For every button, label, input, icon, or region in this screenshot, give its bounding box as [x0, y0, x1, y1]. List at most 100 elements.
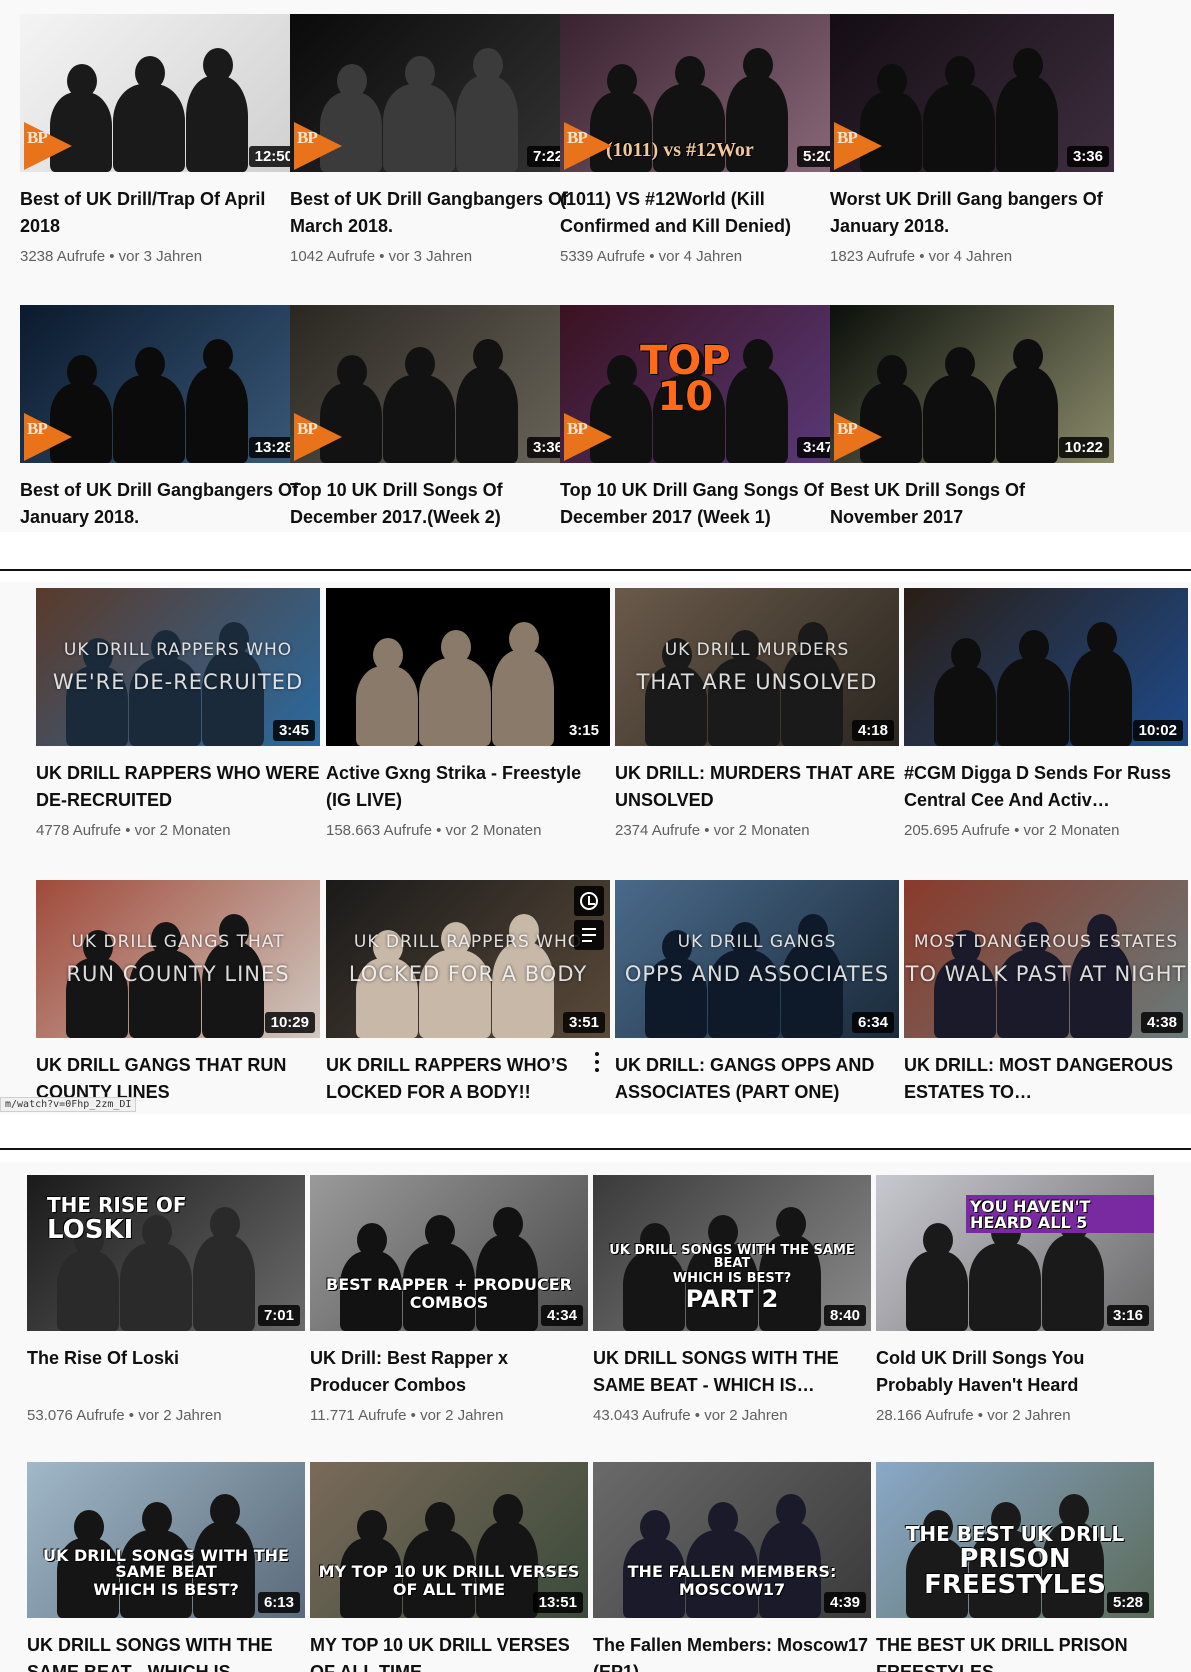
video-thumbnail[interactable]: BP 3:36: [830, 14, 1114, 172]
video-title[interactable]: (1011) VS #12World (Kill Confirmed and K…: [560, 186, 844, 240]
video-title[interactable]: Worst UK Drill Gang bangers Of January 2…: [830, 186, 1114, 240]
video-thumbnail[interactable]: UK DRILL SONGS WITH THE SAME BEAT WHICH I…: [27, 1462, 305, 1618]
thumbnail-caption-line2: LOCKED FOR A BODY: [348, 962, 588, 986]
video-title[interactable]: UK DRILL: GANGS OPPS AND ASSOCIATES (PAR…: [615, 1052, 899, 1106]
channel-logo-text: BP: [837, 128, 858, 147]
person-head: [357, 1510, 388, 1544]
person-silhouette: [186, 367, 249, 463]
video-card[interactable]: YOU HAVEN'T HEARD ALL 5 3:16 Cold UK Drill…: [876, 1175, 1154, 1424]
person-silhouette: [923, 84, 996, 172]
video-card[interactable]: UK DRILL RAPPERS WHO WE'RE DE-RECRUITED 3:…: [36, 588, 320, 839]
meta-separator: •: [700, 822, 714, 839]
video-title[interactable]: UK DRILL: MOST DANGEROUS ESTATES TO…: [904, 1052, 1188, 1106]
video-thumbnail[interactable]: (1011) vs #12Wor BP 5:20: [560, 14, 844, 172]
video-thumbnail[interactable]: UK DRILL GANGS OPPS AND ASSOCIATES 6:34: [615, 880, 899, 1038]
video-card[interactable]: BEST RAPPER + PRODUCER COMBOS 4:34 UK Drill…: [310, 1175, 588, 1424]
video-thumbnail[interactable]: TOP 10 BP 3:47: [560, 305, 844, 463]
video-card[interactable]: BP 7:22 Best of UK Drill Gangbangers Of Ma…: [290, 14, 574, 265]
video-title[interactable]: UK DRILL RAPPERS WHO WERE DE-RECRUITED: [36, 760, 320, 814]
video-title[interactable]: UK DRILL SONGS WITH THE SAME BEAT - WHIC…: [593, 1345, 871, 1399]
video-title[interactable]: Active Gxng Strika - Freestyle (IG LIVE): [326, 760, 610, 814]
video-card[interactable]: BP 10:22 Best UK Drill Songs Of November 2…: [830, 305, 1114, 531]
video-thumbnail[interactable]: BP 12:50: [20, 14, 304, 172]
video-thumbnail[interactable]: BP 7:22: [290, 14, 574, 172]
thumbnail-title-overlay: (1011) vs #12Wor: [606, 139, 754, 161]
video-title[interactable]: Best of UK Drill Gangbangers Of March 20…: [290, 186, 574, 240]
video-title[interactable]: Top 10 UK Drill Songs Of December 2017.(…: [290, 477, 574, 531]
view-count: 3238 Aufrufe: [20, 248, 106, 265]
video-thumbnail[interactable]: UK DRILL RAPPERS WHO WE'RE DE-RECRUITED 3:…: [36, 588, 320, 746]
video-thumbnail[interactable]: MY TOP 10 UK DRILL VERSES OF ALL TIME 13:5…: [310, 1462, 588, 1618]
video-card[interactable]: BP 13:28 Best of UK Drill Gangbangers Of J…: [20, 305, 304, 531]
video-thumbnail[interactable]: YOU HAVEN'T HEARD ALL 5 3:16: [876, 1175, 1154, 1331]
video-thumbnail[interactable]: UK DRILL RAPPERS WHO LOCKED FOR A BODY 3:5…: [326, 880, 610, 1038]
video-title[interactable]: UK DRILL SONGS WITH THE SAME BEAT - WHIC…: [27, 1632, 305, 1672]
video-thumbnail[interactable]: THE RISE OF LOSKI 7:01: [27, 1175, 305, 1331]
thumbnail-caption-line1: UK DRILL GANGS THAT: [71, 932, 285, 952]
video-thumbnail[interactable]: BP 3:36: [290, 305, 574, 463]
banner-text: THE RISE OF: [47, 1193, 187, 1217]
thumbnail-caption-line2: TO WALK PAST AT NIGHT: [905, 962, 1187, 986]
video-card[interactable]: (1011) vs #12Wor BP 5:20 (1011) VS #12World…: [560, 14, 844, 265]
video-thumbnail[interactable]: 3:15: [326, 588, 610, 746]
video-thumbnail[interactable]: BP 13:28: [20, 305, 304, 463]
view-count: 2374 Aufrufe: [615, 822, 701, 839]
video-title[interactable]: Top 10 UK Drill Gang Songs Of December 2…: [560, 477, 844, 531]
video-title[interactable]: UK Drill: Best Rapper x Producer Combos: [310, 1345, 588, 1399]
video-card[interactable]: 10:02 #CGM Digga D Sends For Russ Central…: [904, 588, 1188, 839]
video-thumbnail[interactable]: THE FALLEN MEMBERS: MOSCOW17 4:39: [593, 1462, 871, 1618]
video-card[interactable]: MOST DANGEROUS ESTATES TO WALK PAST AT NI…: [904, 880, 1188, 1106]
video-card[interactable]: UK DRILL GANGS THAT RUN COUNTY LINES 10:29…: [36, 880, 320, 1106]
video-title[interactable]: UK DRILL: MURDERS THAT ARE UNSOLVED: [615, 760, 899, 814]
video-card[interactable]: THE RISE OF LOSKI 7:01 The Rise Of Loski 53.…: [27, 1175, 305, 1424]
add-to-queue-icon[interactable]: [574, 920, 604, 950]
video-card[interactable]: BP 3:36 Worst UK Drill Gang bangers Of Jan…: [830, 14, 1114, 265]
video-card[interactable]: UK DRILL GANGS OPPS AND ASSOCIATES 6:34 UK …: [615, 880, 899, 1106]
person-silhouette: [193, 1235, 256, 1331]
video-title[interactable]: #CGM Digga D Sends For Russ Central Cee …: [904, 760, 1188, 814]
video-thumbnail[interactable]: UK DRILL GANGS THAT RUN COUNTY LINES 10:29: [36, 880, 320, 1038]
video-duration: 7:01: [257, 1305, 300, 1326]
person-silhouette: [996, 367, 1059, 463]
video-thumbnail[interactable]: THE BEST UK DRILL PRISON FREESTYLES 5:28: [876, 1462, 1154, 1618]
person-silhouette: [419, 658, 492, 746]
video-title[interactable]: UK DRILL RAPPERS WHO’S LOCKED FOR A BODY…: [326, 1052, 610, 1106]
person-head: [877, 64, 908, 98]
video-title[interactable]: Best UK Drill Songs Of November 2017: [830, 477, 1114, 531]
video-thumbnail[interactable]: BEST RAPPER + PRODUCER COMBOS 4:34: [310, 1175, 588, 1331]
video-title[interactable]: The Rise Of Loski: [27, 1345, 305, 1399]
video-title[interactable]: Cold UK Drill Songs You Probably Haven't…: [876, 1345, 1154, 1399]
video-card[interactable]: MY TOP 10 UK DRILL VERSES OF ALL TIME 13:5…: [310, 1462, 588, 1672]
video-grid-panel-3: THE RISE OF LOSKI 7:01 The Rise Of Loski 53.…: [0, 1162, 1191, 1672]
video-title[interactable]: The Fallen Members: Moscow17 (EP1): [593, 1632, 871, 1672]
person-head: [923, 1223, 954, 1257]
video-card[interactable]: BP 3:36 Top 10 UK Drill Songs Of December …: [290, 305, 574, 531]
video-thumbnail[interactable]: 10:02: [904, 588, 1188, 746]
video-card[interactable]: THE BEST UK DRILL PRISON FREESTYLES 5:28 TH…: [876, 1462, 1154, 1672]
video-card[interactable]: UK DRILL MURDERS THAT ARE UNSOLVED 4:18 UK …: [615, 588, 899, 839]
video-title[interactable]: Best of UK Drill Gangbangers Of January …: [20, 477, 304, 531]
video-card[interactable]: UK DRILL RAPPERS WHO LOCKED FOR A BODY 3:5…: [326, 880, 610, 1106]
watch-later-icon[interactable]: [574, 886, 604, 916]
video-thumbnail[interactable]: BP 10:22: [830, 305, 1114, 463]
banner-text: PRISON FREESTYLES: [924, 1544, 1106, 1600]
video-title[interactable]: Best of UK Drill/Trap Of April 2018: [20, 186, 304, 240]
video-card[interactable]: UK DRILL SONGS WITH THE SAME BEAT WHICH I…: [593, 1175, 871, 1424]
video-title[interactable]: MY TOP 10 UK DRILL VERSES OF ALL TIME: [310, 1632, 588, 1672]
thumbnail-caption-line1: UK DRILL GANGS: [677, 932, 837, 952]
video-thumbnail[interactable]: MOST DANGEROUS ESTATES TO WALK PAST AT NI…: [904, 880, 1188, 1038]
video-card[interactable]: BP 12:50 Best of UK Drill/Trap Of April 20…: [20, 14, 304, 265]
video-card[interactable]: THE FALLEN MEMBERS: MOSCOW17 4:39 The Falle…: [593, 1462, 871, 1672]
person-silhouette: [492, 650, 555, 746]
banner-text: UK DRILL SONGS WITH THE SAME BEAT: [609, 1243, 855, 1271]
video-card[interactable]: TOP 10 BP 3:47 Top 10 UK Drill Gang Songs Of…: [560, 305, 844, 531]
video-thumbnail[interactable]: UK DRILL MURDERS THAT ARE UNSOLVED 4:18: [615, 588, 899, 746]
more-options-icon[interactable]: [594, 1052, 600, 1074]
video-thumbnail[interactable]: UK DRILL SONGS WITH THE SAME BEAT WHICH I…: [593, 1175, 871, 1331]
video-card[interactable]: UK DRILL SONGS WITH THE SAME BEAT WHICH I…: [27, 1462, 305, 1672]
person-head: [337, 355, 368, 389]
video-card[interactable]: 3:15 Active Gxng Strika - Freestyle (IG L…: [326, 588, 610, 839]
video-title[interactable]: THE BEST UK DRILL PRISON FREESTYLES: [876, 1632, 1154, 1672]
top10-graphic: TOP 10: [640, 341, 731, 417]
video-duration: 4:38: [1140, 1012, 1183, 1033]
